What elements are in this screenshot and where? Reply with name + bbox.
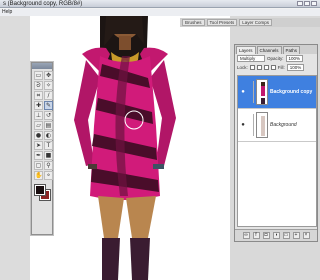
lock-label: Lock: <box>237 65 248 70</box>
magic-wand-icon[interactable]: ✧ <box>44 81 53 90</box>
close-button[interactable] <box>311 1 317 6</box>
notes-icon[interactable]: ▢ <box>34 161 43 170</box>
fill-field[interactable]: 100% <box>286 64 305 71</box>
link-slot[interactable] <box>248 81 254 103</box>
crop-icon[interactable]: ⌗ <box>34 91 43 100</box>
lock-row: Lock: Fill: 100% <box>235 63 317 72</box>
document-canvas[interactable] <box>30 16 230 280</box>
foreground-color-swatch[interactable] <box>34 184 46 196</box>
menu-help[interactable]: Help <box>2 9 12 15</box>
fill-label: Fill: <box>277 65 285 70</box>
type-icon[interactable]: T <box>44 141 53 150</box>
layers-panel: Layers Channels Paths Multiply Opacity: … <box>234 44 318 242</box>
workspace-left <box>0 16 30 280</box>
lock-pixels-icon[interactable] <box>256 65 262 70</box>
maximize-button[interactable] <box>304 1 310 6</box>
new-group-icon[interactable]: ▭ <box>282 232 290 239</box>
lock-transparency-icon[interactable] <box>249 65 255 70</box>
stamp-icon[interactable]: ⊥ <box>34 111 43 120</box>
slice-icon[interactable]: ∕ <box>44 91 53 100</box>
layer-style-icon[interactable]: f <box>252 232 260 239</box>
layer-name: Background copy <box>270 89 313 95</box>
tab-paths[interactable]: Paths <box>282 46 301 54</box>
layer-list: ● Background copy ● Background <box>237 75 317 227</box>
tab-layers[interactable]: Layers <box>236 46 256 54</box>
brush-icon[interactable]: ✎ <box>44 101 53 110</box>
gradient-icon[interactable]: ▤ <box>44 121 53 130</box>
healing-icon[interactable]: ✚ <box>34 101 43 110</box>
shape-icon[interactable]: ■ <box>44 151 53 160</box>
blend-mode-select[interactable]: Multiply <box>237 55 265 62</box>
color-swatches <box>34 184 51 202</box>
new-layer-icon[interactable]: + <box>292 232 300 239</box>
dodge-icon[interactable]: ◐ <box>44 131 53 140</box>
layer-background[interactable]: ● Background <box>238 109 316 142</box>
blur-icon[interactable]: ● <box>34 131 43 140</box>
tool-grid: ▭ ✥ ᘐ ✧ ⌗ ∕ ✚ ✎ ⊥ ↺ ▱ ▤ ● ◐ ➤ T ✒ ■ ▢ ⚲ … <box>32 69 53 182</box>
layers-panel-tabs: Layers Channels Paths <box>235 45 317 54</box>
window-controls <box>297 1 317 6</box>
eyedropper-icon[interactable]: ⚲ <box>44 161 53 170</box>
zoom-icon[interactable]: ⚬ <box>44 171 53 180</box>
blend-row: Multiply Opacity: 100% <box>235 54 317 63</box>
move-icon[interactable]: ✥ <box>44 71 53 80</box>
lock-all-icon[interactable] <box>270 65 276 70</box>
window-title-bar: s (Background copy, RGB/8#) <box>0 0 320 8</box>
minimize-button[interactable] <box>297 1 303 6</box>
tab-layer-comps[interactable]: Layer Comps <box>239 19 273 26</box>
eye-icon[interactable]: ● <box>240 89 246 95</box>
layer-name: Background <box>270 122 297 128</box>
layer-background-copy[interactable]: ● Background copy <box>238 76 316 109</box>
opacity-label: Opacity: <box>267 56 284 61</box>
pen-icon[interactable]: ✒ <box>34 151 43 160</box>
layer-thumbnail <box>256 112 268 138</box>
lasso-icon[interactable]: ᘐ <box>34 81 43 90</box>
toolbox: ▭ ✥ ᘐ ✧ ⌗ ∕ ✚ ✎ ⊥ ↺ ▱ ▤ ● ◐ ➤ T ✒ ■ ▢ ⚲ … <box>31 62 53 235</box>
menu-bar: Help <box>0 9 320 16</box>
link-slot[interactable] <box>248 114 254 136</box>
tab-brushes[interactable]: Brushes <box>182 19 205 26</box>
window-title: s (Background copy, RGB/8#) <box>3 1 83 7</box>
opacity-field[interactable]: 100% <box>285 55 304 62</box>
delete-layer-icon[interactable]: × <box>302 232 310 239</box>
add-mask-icon[interactable]: ◘ <box>262 232 270 239</box>
link-layers-icon[interactable]: ∞ <box>242 232 250 239</box>
path-select-icon[interactable]: ➤ <box>34 141 43 150</box>
hand-icon[interactable]: ✋ <box>34 171 43 180</box>
layers-panel-footer: ∞ f ◘ ◑ ▭ + × <box>235 229 317 241</box>
history-brush-icon[interactable]: ↺ <box>44 111 53 120</box>
tab-tool-presets[interactable]: Tool Presets <box>206 19 238 26</box>
eraser-icon[interactable]: ▱ <box>34 121 43 130</box>
marquee-icon[interactable]: ▭ <box>34 71 43 80</box>
lock-position-icon[interactable] <box>263 65 269 70</box>
layer-thumbnail <box>256 79 268 105</box>
adjustment-layer-icon[interactable]: ◑ <box>272 232 280 239</box>
eye-icon[interactable]: ● <box>240 122 246 128</box>
palette-well: Brushes Tool Presets Layer Comps <box>180 18 320 27</box>
tab-channels[interactable]: Channels <box>256 46 282 54</box>
fashion-illustration <box>74 16 176 280</box>
